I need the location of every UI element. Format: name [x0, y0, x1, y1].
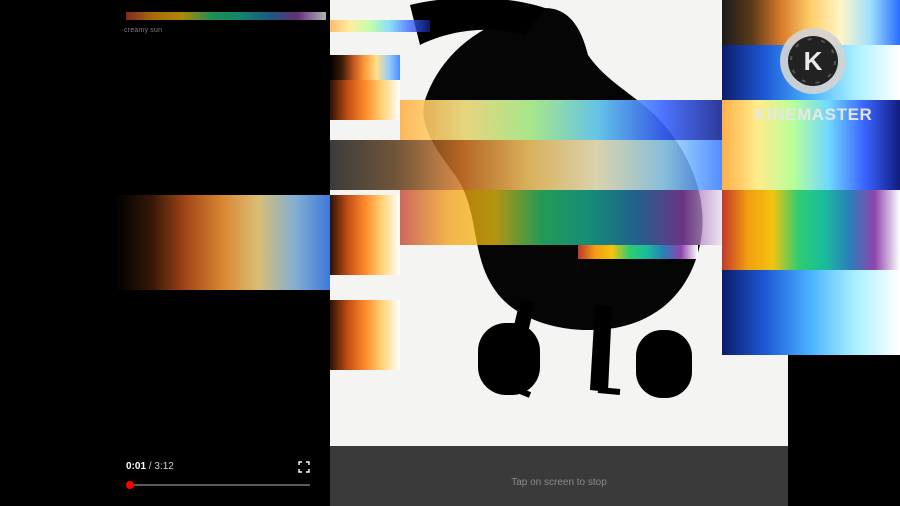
current-time: 0:01 — [126, 461, 147, 472]
glitch-band — [330, 300, 400, 370]
kinemaster-logo-letter: K — [804, 46, 823, 76]
kinemaster-logo-glyph: K — [788, 36, 838, 86]
glitch-band — [330, 195, 400, 275]
kinemaster-watermark-text: KINEMASTER — [754, 105, 873, 124]
glitch-band — [330, 140, 730, 190]
progress-thumb[interactable] — [126, 481, 134, 489]
video-stage[interactable]: Tap on screen to stop creamy sun 0:01 / … — [0, 0, 900, 506]
glitch-band — [400, 190, 730, 245]
duration: 3:12 — [154, 461, 174, 472]
glitch-band — [126, 12, 326, 20]
glitch-band — [330, 20, 430, 32]
glitch-band — [578, 245, 698, 259]
bottom-bar — [330, 446, 788, 506]
glitch-band — [722, 190, 900, 270]
glitch-band — [330, 55, 400, 80]
glitch-band — [115, 195, 330, 290]
fullscreen-icon[interactable] — [298, 461, 310, 473]
glitch-band — [400, 100, 730, 140]
glitch-band — [722, 270, 900, 355]
tap-to-stop-hint: Tap on screen to stop — [511, 477, 607, 488]
video-caption: creamy sun — [124, 27, 163, 34]
kinemaster-logo-icon: K — [780, 28, 846, 94]
progress-track[interactable] — [129, 484, 310, 486]
time-display: 0:01 / 3:12 — [126, 461, 174, 472]
glitch-band — [330, 80, 400, 120]
